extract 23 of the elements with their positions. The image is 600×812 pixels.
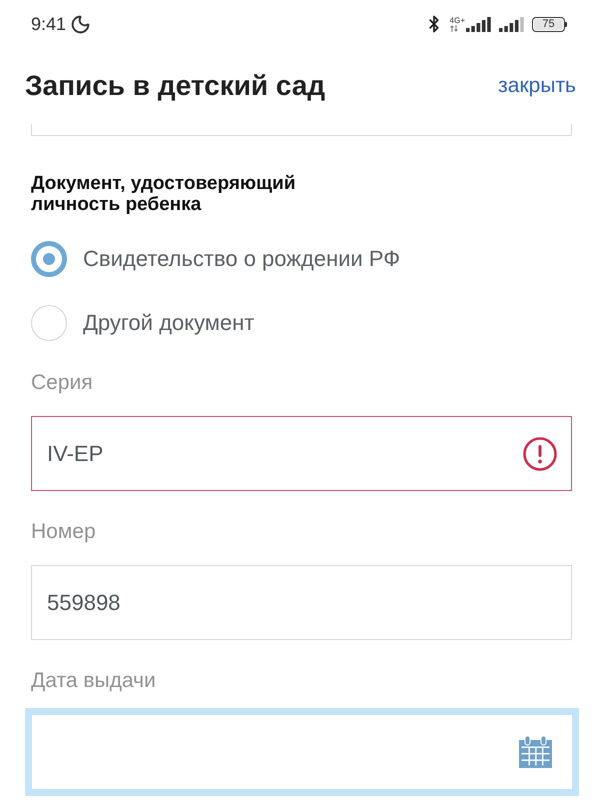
calendar-icon[interactable] <box>519 736 552 768</box>
status-time: 9:41 <box>31 14 66 34</box>
page-title: Запись в детский сад <box>25 70 326 102</box>
battery-indicator: 75 <box>532 16 567 32</box>
data-arrows-icon <box>450 24 458 32</box>
exclamation-circle-icon <box>523 436 557 470</box>
moon-icon <box>70 14 92 34</box>
input-field[interactable] <box>31 124 572 136</box>
field-label: Серия <box>31 371 93 395</box>
radio-label[interactable]: Свидетельство о рождении РФ <box>83 246 400 272</box>
radio-button[interactable] <box>31 305 67 341</box>
signal-icon <box>499 16 525 32</box>
input-field[interactable]: 559898 <box>31 565 572 640</box>
date-field[interactable] <box>25 708 579 796</box>
section-title: Документ, удостоверяющий личность ребенка <box>31 173 297 215</box>
radio-button[interactable] <box>31 241 67 277</box>
field-label: Номер <box>31 520 96 544</box>
network-type-text: 4G+ <box>450 16 465 24</box>
signal-icon <box>466 16 492 32</box>
radio-label[interactable]: Другой документ <box>83 310 254 336</box>
close-link[interactable]: закрыть <box>498 74 576 98</box>
field-label: Дата выдачи <box>31 669 156 693</box>
input-field[interactable]: IV-EP <box>31 416 572 491</box>
